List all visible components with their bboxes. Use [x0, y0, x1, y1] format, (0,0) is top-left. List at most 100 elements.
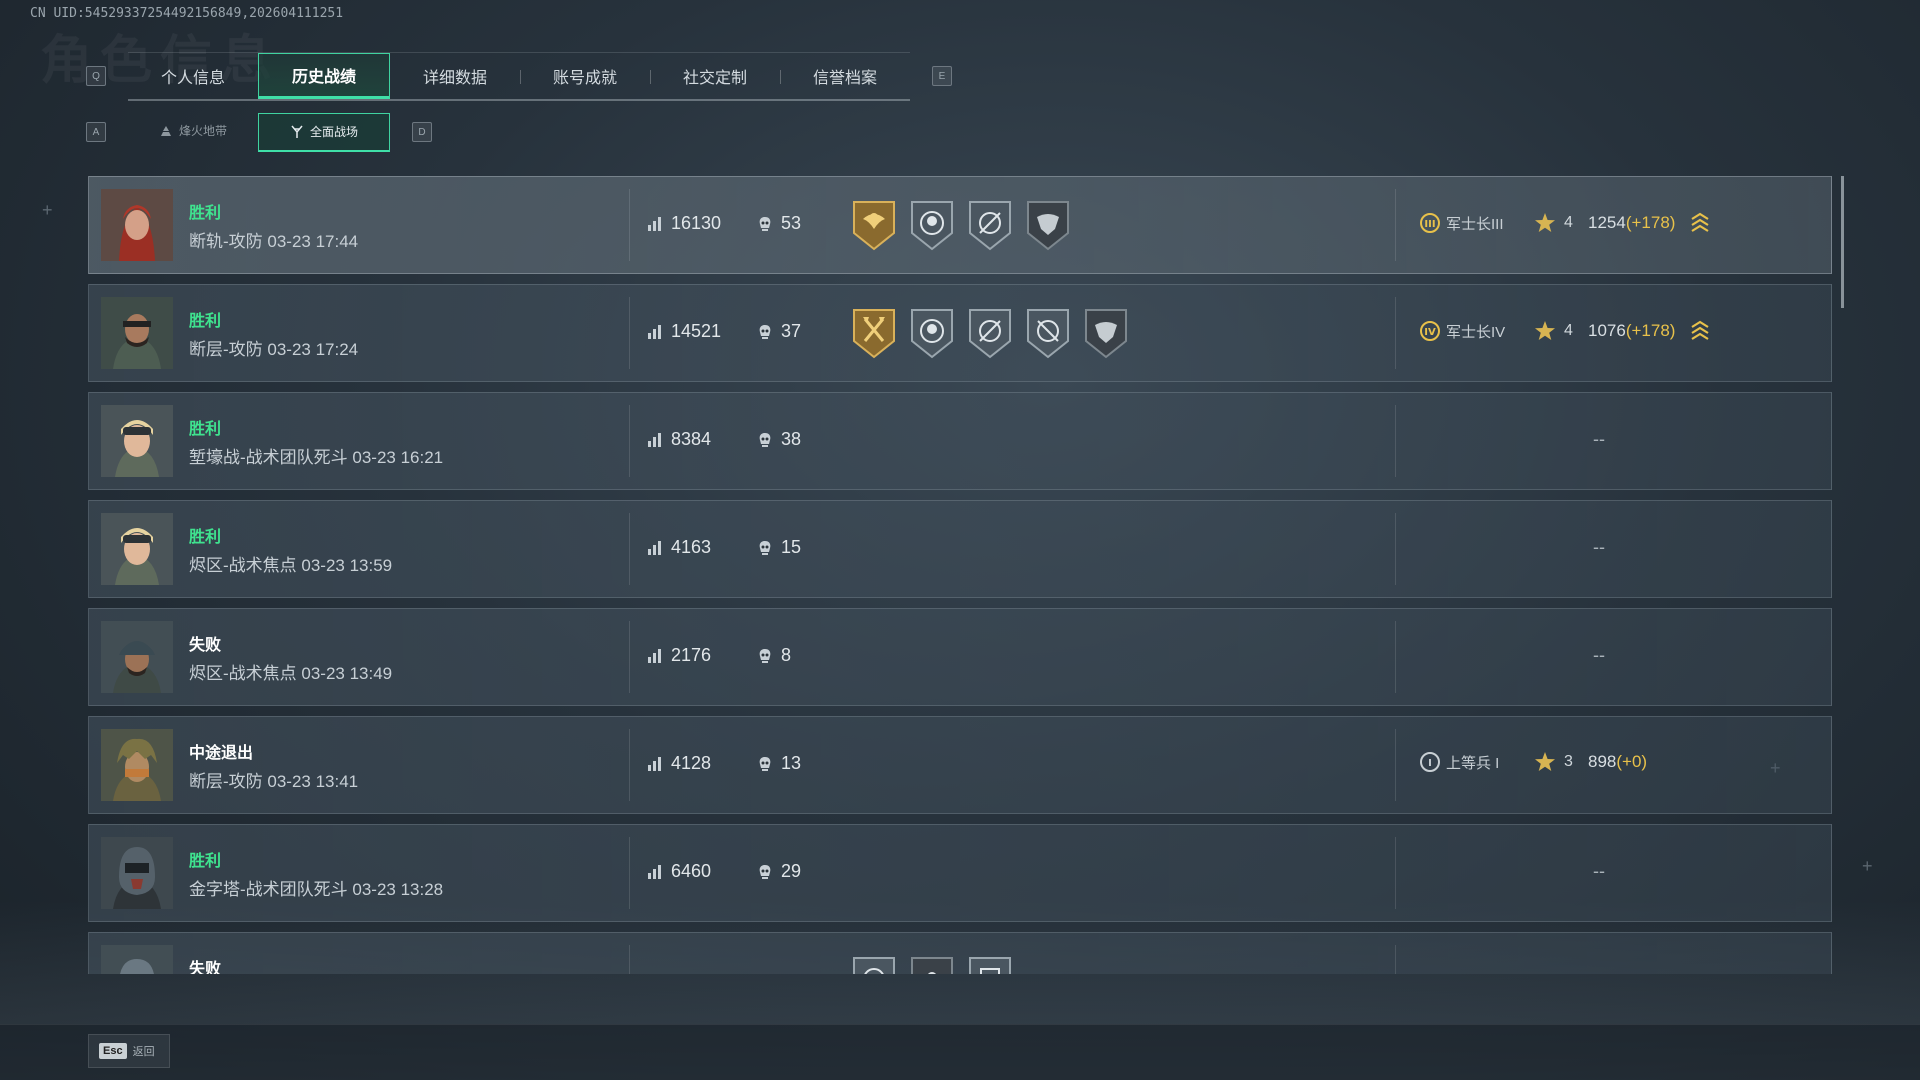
subtab-prev-key-hint[interactable]: A: [86, 122, 106, 142]
column-divider: [629, 837, 630, 909]
medal-list: [851, 199, 1071, 251]
rank-points-delta: (+178): [1625, 321, 1676, 340]
kills-value: 29: [781, 861, 802, 881]
rank-points-delta: (+178): [1625, 213, 1676, 232]
column-divider: [629, 513, 630, 585]
tab-match-history[interactable]: 历史战绩: [258, 52, 390, 99]
footer-bar: [0, 1024, 1920, 1080]
gold-eagle-medal-icon[interactable]: [851, 199, 897, 251]
match-row[interactable]: 中途退出 断层-攻防 03-23 13:41 4128 13 I 上等兵 I 3…: [88, 716, 1832, 814]
kills-stat: 38: [757, 429, 801, 450]
list-scrollbar[interactable]: [1841, 176, 1844, 308]
match-row[interactable]: 失败 烬区-战术焦点 03-23 13:49 2176 8 --: [88, 608, 1832, 706]
score-stat: 8384: [647, 429, 711, 450]
skull-medal-icon[interactable]: [909, 199, 955, 251]
decor-crosshair-mark: +: [1862, 856, 1873, 876]
kills-value: 15: [781, 537, 802, 557]
rank-emblem-icon: I: [1420, 752, 1440, 772]
bar-chart-icon: [648, 540, 661, 555]
match-row[interactable]: 失败: [88, 932, 1832, 974]
score-stat: 16130: [647, 213, 721, 234]
no-rank-placeholder: --: [1593, 861, 1605, 881]
tab-credit-record[interactable]: 信誉档案: [780, 53, 910, 99]
score-stat: 14521: [647, 321, 721, 342]
score-value: 4128: [671, 753, 712, 773]
match-row[interactable]: 胜利 断轨-攻防 03-23 17:44 16130 53 III 军士长III…: [88, 176, 1832, 274]
column-divider: [629, 297, 630, 369]
subtab-next-key-hint[interactable]: D: [412, 122, 432, 142]
rank-points: 898: [1588, 752, 1617, 771]
star-icon: [1535, 321, 1555, 340]
esc-key-hint: Esc: [99, 1043, 127, 1059]
operator-avatar: [101, 513, 173, 585]
decor-crosshair-mark: +: [42, 200, 53, 220]
score-stat: 6460: [647, 861, 711, 882]
crosshair-medal-icon[interactable]: [851, 955, 897, 974]
match-row[interactable]: 胜利 断层-攻防 03-23 17:24 14521 37 IV 军士长IV 4…: [88, 284, 1832, 382]
bar-chart-icon: [648, 756, 661, 771]
rank-points-delta: (+0): [1616, 752, 1648, 771]
bar-chart-icon: [648, 864, 661, 879]
score-stat: 2176: [647, 645, 711, 666]
back-label: 返回: [132, 1046, 155, 1058]
tab-social-custom[interactable]: 社交定制: [650, 53, 780, 99]
tab-next-key-hint[interactable]: E: [932, 66, 952, 86]
crosshair-medal-icon[interactable]: [967, 955, 1013, 974]
skull-icon: [759, 864, 771, 879]
crosshair-medal-icon[interactable]: [967, 199, 1013, 251]
match-result: 失败: [189, 637, 222, 654]
match-row[interactable]: 胜利 堑壕战-战术团队死斗 03-23 16:21 8384 38 --: [88, 392, 1832, 490]
dark-eagle-medal-icon[interactable]: [1083, 307, 1129, 359]
match-map-time: 金字塔-战术团队死斗 03-23 13:28: [189, 880, 444, 899]
rank-name: 上等兵 I: [1446, 754, 1500, 772]
kills-stat: 37: [757, 321, 801, 342]
column-divider: [1395, 297, 1396, 369]
rank-emblem-icon: III: [1420, 213, 1440, 233]
gold-axes-medal-icon[interactable]: [851, 307, 897, 359]
crosshair-medal-icon[interactable]: [967, 307, 1013, 359]
star-count: 3: [1564, 753, 1573, 770]
skull-icon: [759, 648, 771, 663]
battlefield-mode-icon: [291, 125, 303, 138]
rank-info: I 上等兵 I 3 898 (+0): [1419, 751, 1647, 773]
score-value: 4163: [671, 537, 712, 557]
back-button[interactable]: Esc 返回: [88, 1034, 170, 1068]
match-result: 失败: [189, 961, 222, 974]
match-result: 胜利: [189, 205, 222, 222]
column-divider: [629, 945, 630, 974]
subtab-full-battlefield[interactable]: 全面战场: [258, 112, 390, 152]
skull-medal-icon[interactable]: [909, 955, 955, 974]
extraction-mode-icon: [160, 125, 171, 136]
operator-avatar: [101, 837, 173, 909]
match-result: 胜利: [189, 529, 222, 546]
tab-personal-info[interactable]: 个人信息: [128, 53, 258, 99]
match-map-time: 断层-攻防 03-23 17:24: [189, 340, 359, 359]
star-count: 4: [1564, 214, 1573, 231]
match-map-time: 烬区-战术焦点 03-23 13:49: [189, 664, 393, 683]
medal-list: [851, 307, 1129, 359]
skull-medal-icon[interactable]: [909, 307, 955, 359]
match-row[interactable]: 胜利 烬区-战术焦点 03-23 13:59 4163 15 --: [88, 500, 1832, 598]
tab-achievements[interactable]: 账号成就: [520, 53, 650, 99]
kills-stat: 29: [757, 861, 801, 882]
match-row[interactable]: 胜利 金字塔-战术团队死斗 03-23 13:28 6460 29 --: [88, 824, 1832, 922]
match-result: 胜利: [189, 313, 222, 330]
svg-text:III: III: [1424, 219, 1435, 230]
star-icon: [1535, 752, 1555, 771]
crosshair-medal-icon[interactable]: [1025, 307, 1071, 359]
column-divider: [629, 189, 630, 261]
no-rank-placeholder: --: [1593, 645, 1605, 665]
match-map-time: 堑壕战-战术团队死斗 03-23 16:21: [189, 448, 444, 467]
skull-icon: [759, 324, 771, 339]
subtab-extraction-zone[interactable]: 烽火地带: [128, 113, 258, 149]
tab-detailed-stats[interactable]: 详细数据: [390, 53, 520, 99]
main-tabs: 个人信息 历史战绩 详细数据 账号成就 社交定制 信誉档案: [128, 51, 910, 101]
tab-prev-key-hint[interactable]: Q: [86, 66, 106, 86]
rank-points: 1254: [1588, 213, 1626, 232]
match-history-list: 胜利 断轨-攻防 03-23 17:44 16130 53 III 军士长III…: [88, 176, 1832, 974]
bar-chart-icon: [648, 432, 661, 447]
score-value: 2176: [671, 645, 712, 665]
skull-icon: [759, 756, 771, 771]
rank-info: IV 军士长IV 4 1076 (+178): [1419, 319, 1711, 343]
dark-eagle-medal-icon[interactable]: [1025, 199, 1071, 251]
